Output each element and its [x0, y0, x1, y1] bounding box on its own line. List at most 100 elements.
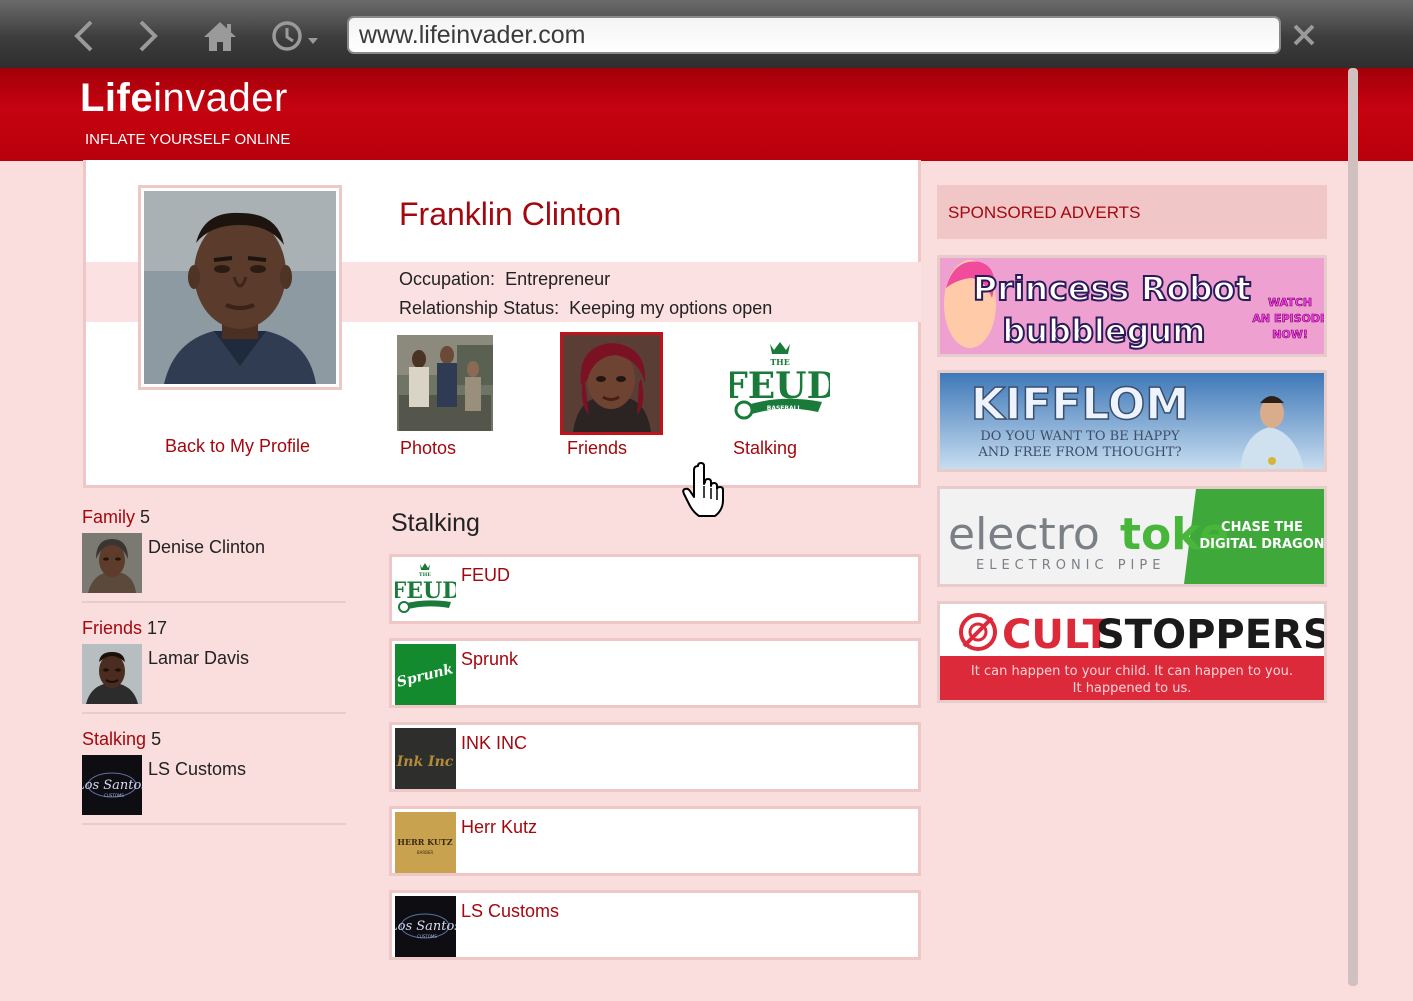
tile-stalking[interactable]: THE FEUD BASEBALL Stalking [726, 338, 836, 460]
stalking-item-name: INK INC [461, 733, 528, 753]
ls-customs-logo-text: Los Santos [82, 778, 142, 793]
friends-thumbnail [563, 335, 660, 432]
friends-section: Friends 17 Lamar Davis [82, 618, 346, 714]
chevron-left-icon [74, 20, 93, 52]
electrotoke-title-a: electro [948, 509, 1100, 560]
address-bar[interactable]: www.lifeinvader.com [347, 16, 1281, 54]
cultstoppers-line-2: It happened to us. [1073, 681, 1192, 696]
sprunk-thumbnail: Sprunk [395, 644, 456, 705]
princess-cta-1: WATCH [1268, 296, 1312, 309]
herrkutz-thumbnail: HERR KUTZ BARBER [395, 812, 456, 873]
stalking-section: Stalking 5 Los Santos CUSTOMS LS Customs [82, 729, 346, 825]
princess-title: Princess Robot [973, 269, 1251, 308]
back-to-profile-link[interactable]: Back to My Profile [165, 436, 310, 457]
home-icon [204, 22, 236, 51]
profile-name: Franklin Clinton [399, 196, 622, 232]
site-header: Lifeinvader INFLATE YOURSELF ONLINE [0, 68, 1413, 161]
kifflom-line-1: DO YOU WANT TO BE HAPPY [980, 429, 1180, 444]
family-item[interactable]: Denise Clinton [82, 533, 346, 595]
stalking-header[interactable]: Stalking 5 [82, 729, 346, 750]
close-button[interactable] [1288, 16, 1320, 54]
lamar-avatar [82, 644, 142, 704]
ad-electrotoke[interactable]: electro toke ELECTRONIC PIPE CHASE THE D… [937, 486, 1327, 587]
ls-customs-logo: Los Santos CUSTOMS [82, 755, 142, 815]
profile-photo [138, 185, 342, 390]
princess-robot-banner: Princess Robot bubblegum WATCH AN EPISOD… [940, 258, 1324, 354]
family-section: Family 5 Denise Clinton [82, 507, 346, 603]
ls-customs-thumbnail: Los Santos CUSTOMS [395, 896, 456, 957]
ad-cultstoppers[interactable]: CULT STOPPERS It can happen to your chil… [937, 601, 1327, 703]
family-item-name: Denise Clinton [148, 537, 266, 557]
stalking-list-item[interactable]: Sprunk Sprunk [389, 638, 921, 708]
history-button[interactable] [268, 16, 324, 56]
cultstoppers-line-1: It can happen to your child. It can happ… [971, 664, 1293, 679]
family-header[interactable]: Family 5 [82, 507, 346, 528]
chevron-right-icon [139, 20, 158, 52]
logo-light-text: invader [153, 76, 288, 120]
tile-photos[interactable]: Photos [397, 335, 497, 460]
cultstoppers-banner: CULT STOPPERS It can happen to your chil… [940, 604, 1324, 700]
back-button[interactable] [64, 16, 104, 56]
tile-friends-frame [560, 332, 663, 435]
relationship-value: Keeping my options open [569, 298, 773, 318]
site-tagline: INFLATE YOURSELF ONLINE [85, 131, 291, 148]
stalking-item[interactable]: Los Santos CUSTOMS LS Customs [82, 755, 346, 817]
family-label: Family [82, 507, 135, 527]
ls-customs-thumb-sub: CUSTOMS [417, 934, 437, 939]
stalking-item-name: FEUD [461, 565, 510, 585]
sponsored-adverts-header: SPONSORED ADVERTS [937, 185, 1327, 239]
stalking-list-item[interactable]: THE FEUD FEUD [389, 554, 921, 624]
profile-portrait-image [144, 191, 336, 384]
sponsored-adverts-label: SPONSORED ADVERTS [948, 203, 1141, 222]
friends-item-name: Lamar Davis [148, 648, 250, 668]
stalking-list-item[interactable]: HERR KUTZ BARBER Herr Kutz [389, 806, 921, 876]
relationship-label: Relationship Status: [399, 298, 560, 318]
stalking-item-name: LS Customs [148, 759, 247, 779]
profile-card: Franklin Clinton Occupation: Entrepreneu… [83, 160, 921, 488]
inkinc-thumbnail: Ink Inc [395, 728, 456, 789]
home-button[interactable] [200, 16, 240, 56]
tile-photos-label: Photos [400, 438, 457, 458]
friends-item[interactable]: Lamar Davis [82, 644, 346, 706]
photos-thumbnail [397, 335, 493, 431]
stalking-list-item[interactable]: Ink Inc INK INC [389, 722, 921, 792]
electrotoke-banner: electro toke ELECTRONIC PIPE CHASE THE D… [940, 489, 1324, 584]
princess-subtitle: bubblegum [1002, 312, 1205, 350]
relationship-line: Relationship Status: Keeping my options … [399, 298, 772, 319]
stalking-count: 5 [151, 729, 162, 749]
cultstoppers-title-a: CULT [1002, 612, 1111, 658]
close-icon [1293, 24, 1315, 46]
princess-cta-2: AN EPISODE [1252, 312, 1324, 325]
stalking-title: Stalking [391, 509, 480, 537]
page-scrollbar[interactable] [1348, 68, 1358, 986]
feud-thumbnail: THE FEUD [395, 560, 456, 621]
electrotoke-title-b: toke [1120, 509, 1229, 560]
feud-logo-sub: BASEBALL [767, 405, 802, 412]
occupation-value: Entrepreneur [505, 269, 611, 289]
denise-avatar [82, 533, 142, 593]
family-count: 5 [140, 507, 151, 527]
ls-customs-thumb-text: Los Santos [395, 919, 456, 934]
stalking-label: Stalking [82, 729, 147, 749]
friends-header[interactable]: Friends 17 [82, 618, 346, 639]
kifflom-title: KIFFLOM [971, 379, 1189, 430]
hand-pointer-icon [682, 462, 724, 517]
feud-thumb-main: FEUD [395, 578, 456, 604]
forward-button[interactable] [128, 16, 168, 56]
inkinc-thumb-text: Ink Inc [396, 754, 454, 770]
occupation-line: Occupation: Entrepreneur [399, 269, 610, 290]
site-logo[interactable]: Lifeinvader [80, 76, 288, 121]
electrotoke-sub: ELECTRONIC PIPE [976, 558, 1165, 573]
electrotoke-cta-1: CHASE THE [1221, 520, 1303, 535]
feud-logo: THE FEUD BASEBALL [730, 342, 830, 420]
ad-princess-robot[interactable]: Princess Robot bubblegum WATCH AN EPISOD… [937, 255, 1327, 357]
logo-bold-text: Life [80, 76, 154, 120]
kifflom-banner: KIFFLOM DO YOU WANT TO BE HAPPY AND FREE… [940, 373, 1324, 469]
ad-kifflom[interactable]: KIFFLOM DO YOU WANT TO BE HAPPY AND FREE… [937, 370, 1327, 472]
stalking-item-name: Herr Kutz [461, 817, 538, 837]
friends-label: Friends [82, 618, 143, 638]
tile-friends-label: Friends [567, 438, 628, 458]
tile-friends[interactable]: Friends [560, 332, 664, 460]
stalking-list-item[interactable]: Los Santos CUSTOMS LS Customs [389, 890, 921, 960]
clock-icon [272, 21, 318, 51]
